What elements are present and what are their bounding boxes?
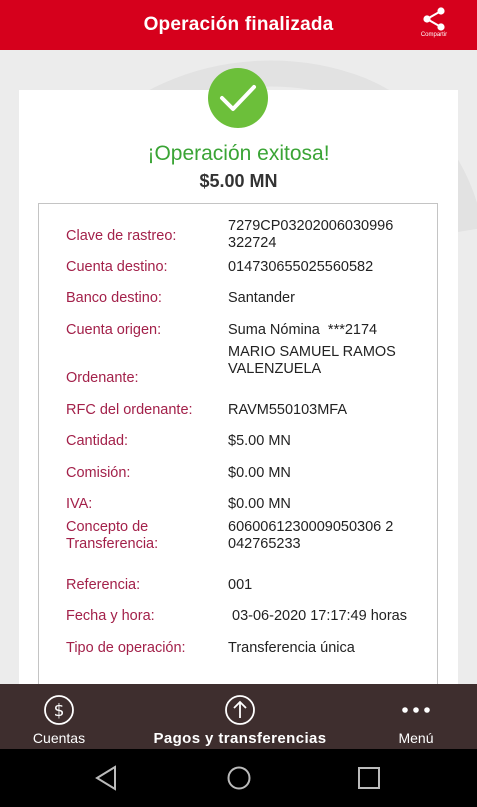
share-label: Compartir <box>420 32 448 38</box>
detail-label: Cantidad: <box>66 432 129 449</box>
dots-icon <box>400 694 432 726</box>
recents-icon[interactable] <box>357 765 381 791</box>
detail-value: Santander <box>228 289 295 306</box>
back-icon[interactable] <box>94 765 118 791</box>
nav-label-pagos: Pagos y transferencias <box>153 730 327 747</box>
arrow-up-circle-icon <box>224 694 256 726</box>
detail-value: 7279CP03202006030996 322724 <box>228 218 394 251</box>
detail-label: IVA: <box>66 495 93 512</box>
nav-label-menu: Menú <box>398 730 434 746</box>
nav-pagos-transferencias[interactable]: Pagos y transferencias <box>140 684 340 749</box>
detail-label: Clave de rastreo: <box>66 228 177 244</box>
detail-label: Cuenta destino: <box>66 258 168 275</box>
detail-value: 001 <box>228 576 253 593</box>
home-icon[interactable] <box>226 765 252 791</box>
detail-value: 6060061230009050306 2 042765233 <box>228 519 394 552</box>
detail-label: Banco destino: <box>66 289 162 306</box>
details-box: Clave de rastreo: 7279CP03202006030996 3… <box>38 203 438 703</box>
detail-value: Transferencia única <box>228 639 355 656</box>
success-check-icon <box>208 68 268 128</box>
svg-text:$: $ <box>54 701 65 721</box>
detail-label: Ordenante: <box>66 370 139 386</box>
detail-label: Referencia: <box>66 576 141 593</box>
detail-label: RFC del ordenante: <box>66 401 193 418</box>
nav-label-cuentas: Cuentas <box>32 730 86 746</box>
detail-value: $0.00 MN <box>228 495 291 512</box>
nav-cuentas[interactable]: $ Cuentas <box>20 684 98 749</box>
page-title: Operación finalizada <box>143 14 334 35</box>
detail-value: Suma Nómina ***2174 <box>228 321 378 338</box>
nav-menu[interactable]: Menú <box>386 684 446 749</box>
detail-label: Concepto de Transferencia: <box>66 519 159 552</box>
dollar-circle-icon: $ <box>43 694 75 726</box>
success-title: ¡Operación exitosa! <box>147 142 330 165</box>
detail-label: Comisión: <box>66 464 131 481</box>
detail-value: RAVM550103MFA <box>228 401 348 418</box>
detail-value: $5.00 MN <box>228 432 291 449</box>
share-icon <box>423 7 445 31</box>
detail-value: 03-06-2020 17:17:49 horas <box>228 607 407 624</box>
share-button[interactable]: Compartir <box>417 7 451 41</box>
detail-value: MARIO SAMUEL RAMOS VALENZUELA <box>228 344 396 377</box>
detail-label: Cuenta origen: <box>66 321 162 338</box>
bottom-navigation: $ Cuentas Pagos y transferencias Menú <box>0 684 477 749</box>
detail-label: Fecha y hora: <box>66 607 155 624</box>
app-header: Operación finalizada Compartir <box>0 0 477 50</box>
amount-total: $5.00 MN <box>199 171 278 191</box>
system-navigation-bar <box>0 749 477 807</box>
detail-value: $0.00 MN <box>228 464 291 481</box>
detail-label: Tipo de operación: <box>66 639 186 656</box>
detail-value: 014730655025560582 <box>228 258 374 275</box>
